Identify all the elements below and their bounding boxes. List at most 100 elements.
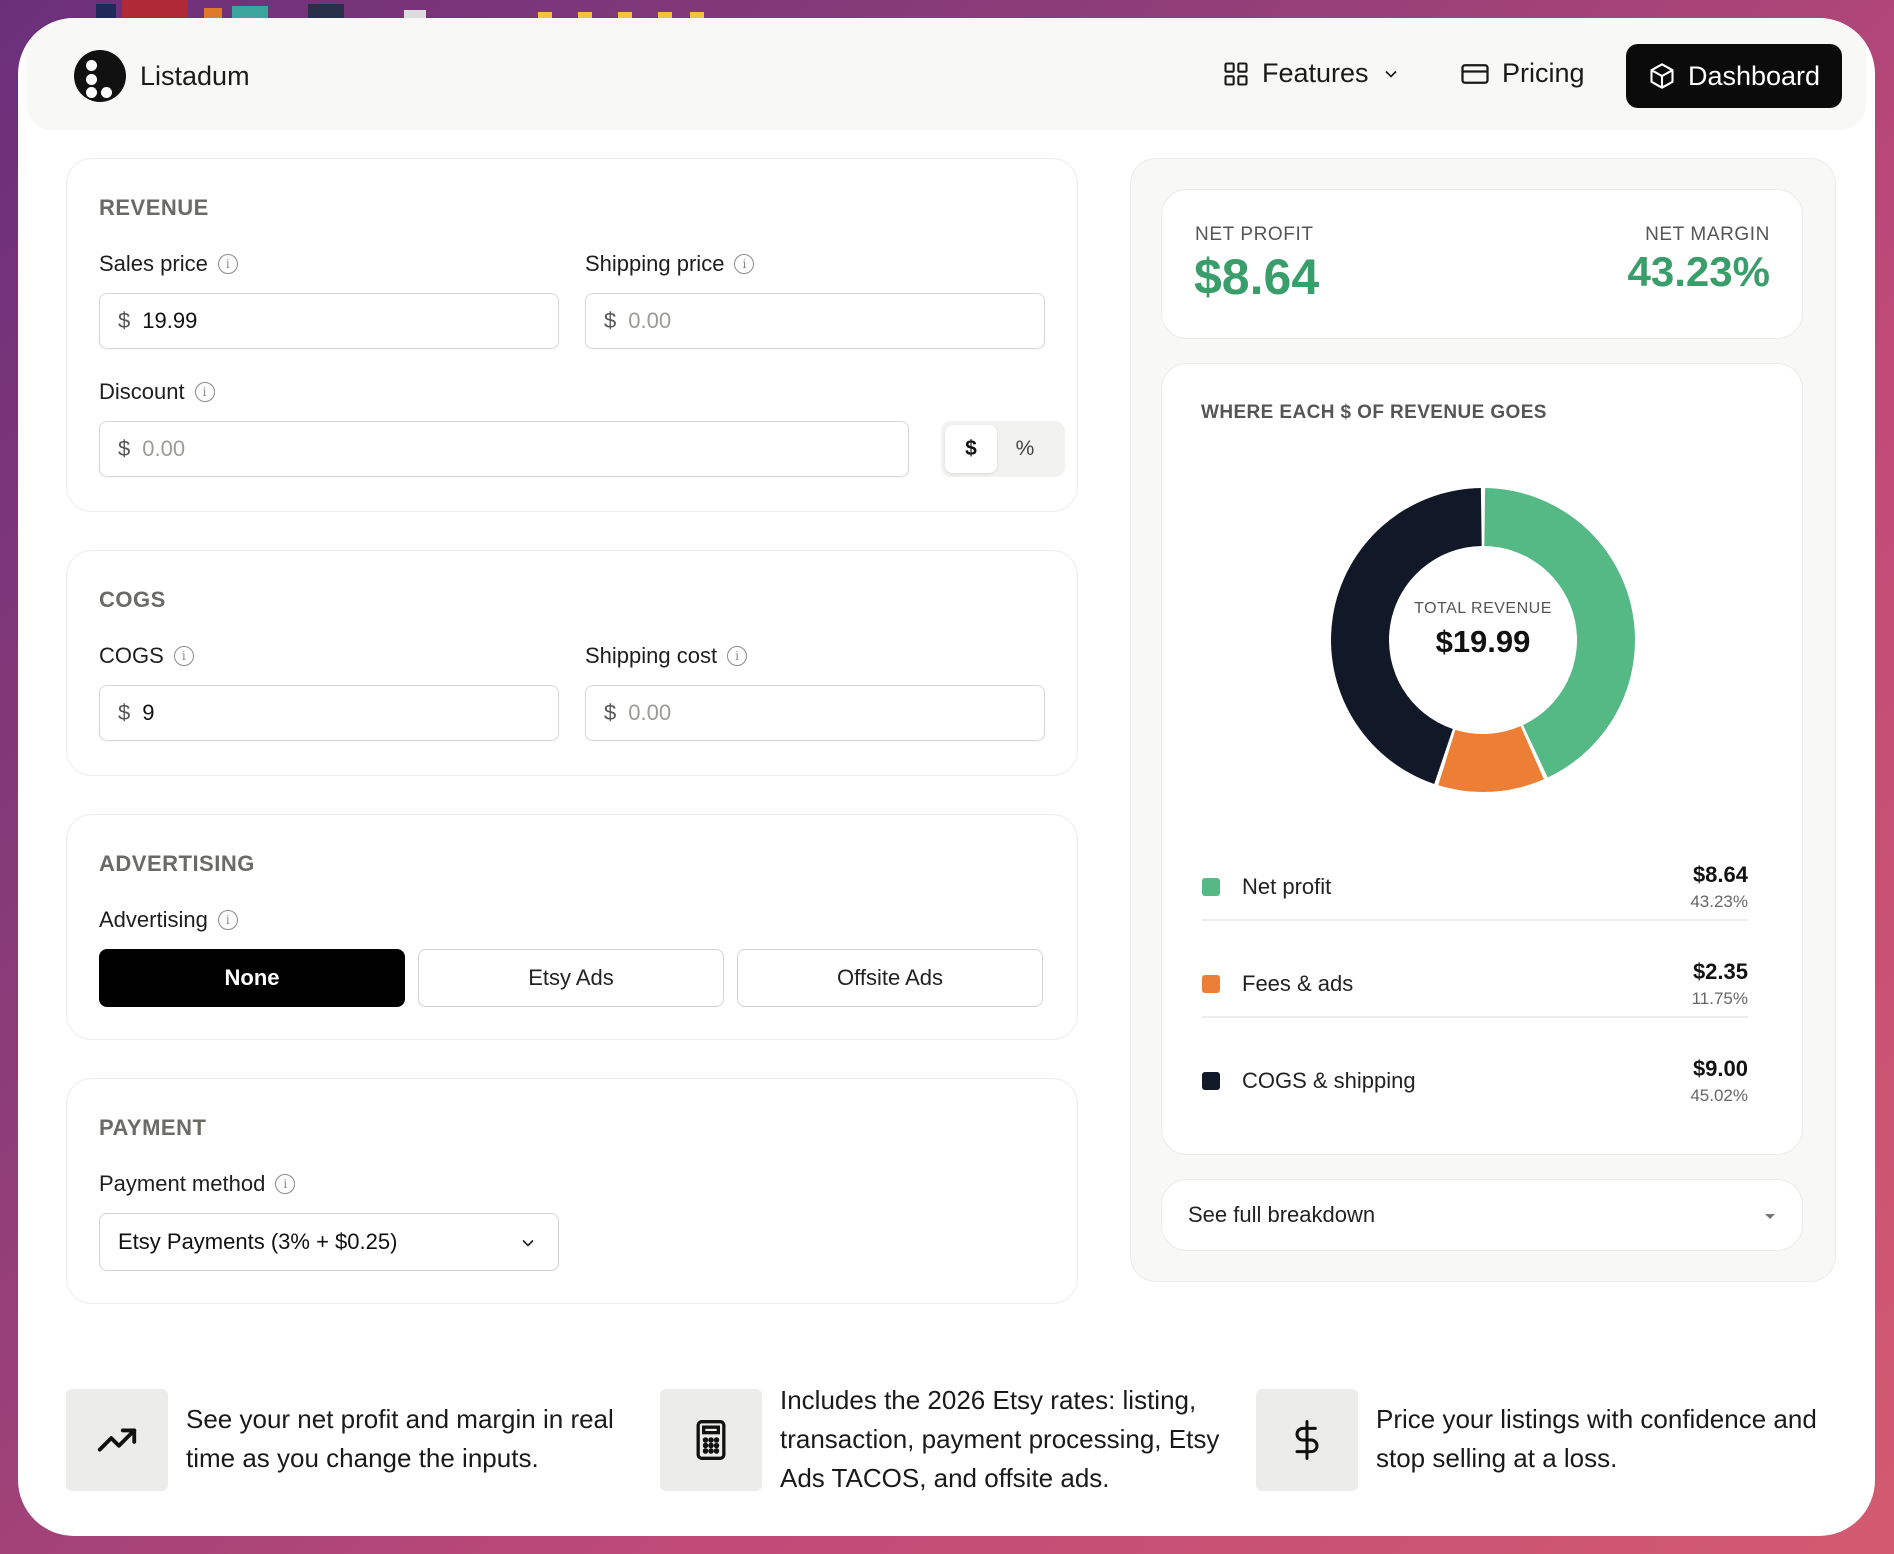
revenue-title: REVENUE bbox=[99, 195, 209, 220]
net-margin-value: 43.23% bbox=[1627, 248, 1770, 295]
currency-symbol: $ bbox=[118, 700, 131, 725]
sales-price-input[interactable]: $ 19.99 bbox=[99, 293, 559, 349]
dashboard-label: Dashboard bbox=[1687, 60, 1821, 91]
revenue-breakdown-card: WHERE EACH $ OF REVENUE GOES TOTAL REVEN… bbox=[1161, 363, 1803, 1155]
legend-name: Net profit bbox=[1242, 874, 1332, 899]
shipping-price-input[interactable]: $ 0.00 bbox=[585, 293, 1045, 349]
payment-title: PAYMENT bbox=[99, 1115, 207, 1140]
net-margin-label: NET MARGIN bbox=[1645, 224, 1770, 245]
donut-center-value: $19.99 bbox=[1435, 624, 1531, 659]
payment-method-select[interactable]: Etsy Payments (3% + $0.25) bbox=[99, 1213, 559, 1271]
legend-fees-ads: Fees & ads $2.35 11.75% bbox=[1202, 936, 1748, 1032]
ad-option-offsite-ads[interactable]: Offsite Ads bbox=[737, 949, 1043, 1007]
nav-features[interactable]: Features bbox=[1222, 58, 1401, 89]
sales-price-label-text: Sales price bbox=[99, 251, 208, 276]
brand-name: Listadum bbox=[140, 60, 250, 91]
see-full-breakdown-toggle[interactable]: See full breakdown bbox=[1161, 1179, 1803, 1251]
revenue-section: REVENUE Sales price i $ 19.99 Shipping p… bbox=[66, 158, 1078, 512]
currency-symbol: $ bbox=[118, 436, 131, 461]
advertising-section: ADVERTISING Advertising i None Etsy Ads … bbox=[66, 814, 1078, 1040]
info-icon[interactable]: i bbox=[734, 254, 755, 274]
donut-slice-fees-ads bbox=[1438, 726, 1544, 792]
results-panel: NET PROFIT $8.64 NET MARGIN 43.23% WHERE… bbox=[1130, 158, 1836, 1282]
discount-placeholder: 0.00 bbox=[142, 436, 186, 461]
cogs-label-text: COGS bbox=[99, 643, 164, 668]
legend-name: COGS & shipping bbox=[1242, 1068, 1416, 1093]
discount-dollar-toggle[interactable]: $ bbox=[945, 425, 997, 473]
grid-icon bbox=[1224, 61, 1248, 86]
info-icon[interactable]: i bbox=[217, 254, 238, 274]
chevron-down-icon bbox=[1384, 70, 1397, 78]
app-window: Listadum Features Pricing Dashboard REVE… bbox=[18, 18, 1875, 1536]
legend-amount: $9.00 bbox=[1692, 1056, 1748, 1081]
shipping-cost-label: Shipping cost i bbox=[585, 643, 748, 669]
dashboard-button[interactable]: Dashboard bbox=[1626, 44, 1842, 108]
payment-section: PAYMENT Payment method i Etsy Payments (… bbox=[66, 1078, 1078, 1304]
shipping-price-placeholder: 0.00 bbox=[628, 308, 672, 333]
chevron-down-icon bbox=[522, 1239, 534, 1247]
shipping-cost-label-text: Shipping cost bbox=[585, 643, 718, 668]
shipping-price-label-text: Shipping price bbox=[585, 251, 725, 276]
payment-method-value: Etsy Payments (3% + $0.25) bbox=[118, 1229, 398, 1254]
legend-divider bbox=[1202, 919, 1748, 921]
cube-icon bbox=[1650, 63, 1674, 89]
cogs-title: COGS bbox=[99, 587, 166, 612]
top-navigation: Listadum Features Pricing Dashboard bbox=[26, 18, 1866, 130]
shipping-cost-input[interactable]: $ 0.00 bbox=[585, 685, 1045, 741]
discount-percent-toggle[interactable]: % bbox=[999, 425, 1051, 473]
cogs-value: 9 bbox=[142, 700, 155, 725]
sales-price-label: Sales price i bbox=[99, 251, 238, 277]
legend-cogs-shipping: COGS & shipping $9.00 45.02% bbox=[1202, 1033, 1748, 1129]
feature-confidence: Price your listings with confidence and … bbox=[1256, 1389, 1836, 1491]
legend-percent: 43.23% bbox=[1690, 892, 1748, 911]
discount-label-text: Discount bbox=[99, 379, 185, 404]
profit-summary-card: NET PROFIT $8.64 NET MARGIN 43.23% bbox=[1161, 189, 1803, 339]
advertising-label: Advertising i bbox=[99, 907, 238, 933]
discount-input[interactable]: $ 0.00 bbox=[99, 421, 909, 477]
chart-title: WHERE EACH $ OF REVENUE GOES bbox=[1201, 402, 1547, 423]
legend-net-profit: Net profit $8.64 43.23% bbox=[1202, 839, 1748, 935]
brand-logo[interactable]: Listadum bbox=[74, 50, 250, 102]
feature-text: See your net profit and margin in real t… bbox=[186, 1404, 614, 1473]
currency-symbol: $ bbox=[604, 700, 617, 725]
ad-option-none[interactable]: None bbox=[99, 949, 405, 1007]
info-icon[interactable]: i bbox=[727, 646, 748, 666]
discount-label: Discount i bbox=[99, 379, 215, 405]
donut-center-label: TOTAL REVENUE bbox=[1414, 600, 1552, 617]
legend-name: Fees & ads bbox=[1242, 971, 1354, 996]
nav-features-label: Features bbox=[1262, 58, 1369, 88]
nav-pricing-label: Pricing bbox=[1502, 58, 1585, 88]
payment-method-label: Payment method i bbox=[99, 1171, 296, 1197]
payment-method-label-text: Payment method bbox=[99, 1171, 266, 1196]
sales-price-value: 19.99 bbox=[142, 308, 198, 333]
info-icon[interactable]: i bbox=[173, 646, 194, 666]
advertising-label-text: Advertising bbox=[99, 907, 208, 932]
shipping-price-label: Shipping price i bbox=[585, 251, 755, 277]
info-icon[interactable]: i bbox=[194, 382, 215, 402]
net-profit-value: $8.64 bbox=[1194, 249, 1320, 305]
legend-amount: $8.64 bbox=[1692, 862, 1748, 887]
credit-card-icon bbox=[1461, 63, 1489, 84]
currency-symbol: $ bbox=[118, 308, 131, 333]
advertising-title: ADVERTISING bbox=[99, 851, 255, 876]
nav-pricing[interactable]: Pricing bbox=[1460, 58, 1585, 89]
legend-divider bbox=[1202, 1016, 1748, 1018]
calculator-icon bbox=[660, 1389, 762, 1491]
net-profit-label: NET PROFIT bbox=[1195, 224, 1314, 245]
currency-symbol: $ bbox=[604, 308, 617, 333]
cogs-section: COGS COGS i $ 9 Shipping cost i $ 0.00 bbox=[66, 550, 1078, 776]
logo-icon bbox=[74, 50, 126, 102]
info-icon[interactable]: i bbox=[217, 910, 238, 930]
breakdown-label: See full breakdown bbox=[1188, 1202, 1376, 1227]
legend-swatch bbox=[1202, 975, 1220, 993]
info-icon[interactable]: i bbox=[275, 1174, 296, 1194]
ad-option-etsy-ads[interactable]: Etsy Ads bbox=[418, 949, 724, 1007]
feature-realtime: See your net profit and margin in real t… bbox=[66, 1389, 626, 1491]
legend-swatch bbox=[1202, 1072, 1220, 1090]
trending-up-icon bbox=[66, 1389, 168, 1491]
feature-text: Price your listings with confidence and … bbox=[1376, 1404, 1817, 1473]
cogs-input[interactable]: $ 9 bbox=[99, 685, 559, 741]
caret-down-icon bbox=[1765, 1214, 1775, 1219]
dollar-icon bbox=[1256, 1389, 1358, 1491]
discount-type-toggle: $ % bbox=[941, 421, 1065, 477]
